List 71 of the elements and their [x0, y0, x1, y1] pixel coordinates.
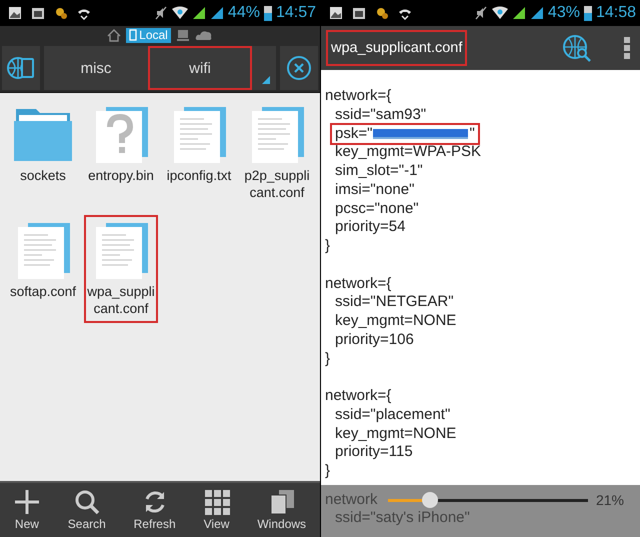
file-item[interactable]: ipconfig.txt: [162, 99, 236, 207]
code-line: }: [325, 350, 330, 368]
file-title: wpa_supplicant.conf: [326, 30, 468, 66]
wifi-icon: [172, 6, 188, 20]
code-line: key_mgmt=NONE: [335, 312, 456, 331]
code-line: key_mgmt=WPA-PSK: [335, 143, 482, 162]
close-icon: [286, 55, 312, 81]
code-line: network={: [325, 387, 392, 406]
picture-icon: [8, 6, 22, 20]
computer-icon[interactable]: [176, 28, 190, 42]
code-line: }: [325, 237, 330, 256]
cloud-icon[interactable]: [194, 29, 213, 41]
calendar-icon: [352, 6, 366, 20]
code-line: sim_slot="-1": [335, 162, 423, 181]
battery-percent: 44%: [228, 4, 260, 22]
code-line: key_mgmt=NONE: [335, 424, 456, 444]
file-item[interactable]: p2p_suppli cant.conf: [240, 99, 314, 207]
toolbar-button[interactable]: View: [204, 489, 230, 531]
toolbar-button[interactable]: Refresh: [134, 489, 176, 531]
battery-icon: [264, 5, 272, 21]
search-icon: [74, 489, 100, 515]
file-item[interactable]: wpa_suppli cant.conf: [84, 215, 158, 323]
file-item[interactable]: softap.conf: [6, 215, 80, 323]
signal-icon: [192, 6, 206, 20]
code-line: imsi="none": [335, 180, 414, 200]
globe-search-icon[interactable]: [562, 34, 592, 62]
mute-icon: [474, 6, 488, 20]
wifi-icon: [492, 6, 508, 20]
bug-icon: [375, 6, 389, 20]
corner-icon: [262, 76, 270, 84]
code-line: ssid="NETGEAR": [335, 293, 454, 312]
mute-icon: [154, 6, 168, 20]
breadcrumb[interactable]: wifi: [148, 46, 252, 90]
code-line: network={: [325, 87, 392, 106]
code-line: pcsc="none": [335, 200, 419, 218]
code-line: network={: [325, 274, 392, 294]
redacted-code-line: psk=" ": [332, 124, 478, 144]
clock: 14:58: [596, 4, 636, 22]
code-line: priority=115: [335, 443, 413, 462]
signal-icon: [512, 6, 526, 20]
windows-icon: [268, 489, 295, 515]
picture-icon: [329, 6, 343, 20]
breadcrumb[interactable]: misc: [44, 46, 148, 90]
code-line: priority=54: [335, 218, 406, 237]
home-icon[interactable]: [107, 28, 122, 42]
slider-reading: 21%: [596, 492, 624, 508]
toolbar-button[interactable]: New: [14, 489, 40, 531]
calendar-icon: [31, 6, 45, 20]
plus-icon: [14, 489, 40, 515]
menu-icon[interactable]: [624, 37, 630, 59]
clock: 14:57: [276, 4, 316, 22]
bug-icon: [54, 6, 68, 20]
battery-icon: [584, 5, 592, 21]
file-item[interactable]: entropy.bin: [84, 99, 158, 207]
code-line: ssid="saty's iPhone": [335, 509, 471, 527]
battery-percent: 43%: [548, 4, 580, 22]
code-line: }: [325, 462, 330, 481]
file-item[interactable]: sockets: [6, 99, 80, 207]
slider-thumb[interactable]: [422, 492, 438, 508]
close-button[interactable]: [280, 46, 318, 90]
signal-icon: [530, 6, 544, 20]
phone-icon: [129, 29, 138, 41]
code-line: ssid="sam93": [335, 106, 426, 124]
toolbar-button[interactable]: Search: [68, 489, 106, 531]
grid-icon: [204, 489, 230, 515]
toolbar-button[interactable]: Windows: [257, 489, 306, 531]
signal-icon: [210, 6, 224, 20]
code-line: network: [325, 491, 378, 509]
code-line: priority=106: [335, 330, 414, 350]
code-line: ssid="placement": [335, 406, 450, 424]
network-storage-button[interactable]: [2, 46, 40, 90]
